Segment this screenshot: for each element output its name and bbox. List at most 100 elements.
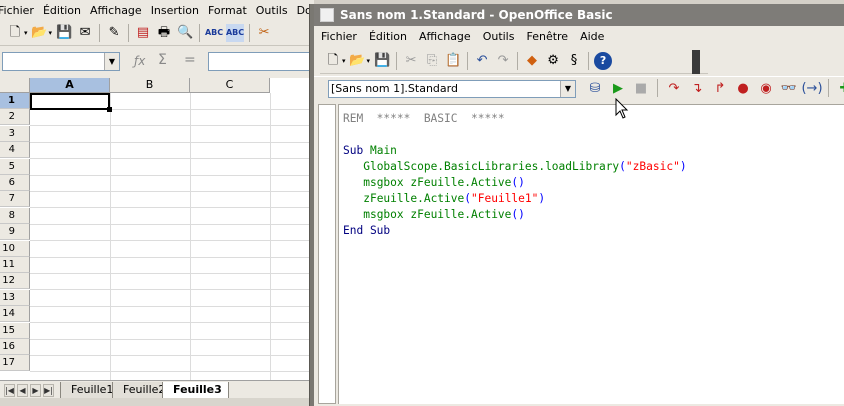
cut-icon[interactable]: ✂: [402, 52, 420, 70]
calc-menubar: Fichier Édition Affichage Insertion Form…: [0, 0, 314, 20]
help-icon[interactable]: ?: [594, 51, 613, 70]
ide-menu-fenetre[interactable]: Fenêtre: [519, 30, 573, 43]
calc-menu-affichage[interactable]: Affichage: [86, 4, 147, 17]
redo-icon[interactable]: ↷: [494, 52, 512, 70]
fill-handle[interactable]: [107, 107, 112, 112]
row-header[interactable]: 6: [0, 175, 30, 191]
row-header[interactable]: 2: [0, 109, 30, 126]
code-editor[interactable]: REM ***** BASIC ***** Sub Main GlobalSco…: [338, 104, 844, 404]
select-all-corner[interactable]: [0, 78, 30, 93]
horizontal-scrollbar[interactable]: [0, 398, 314, 406]
shapes-icon[interactable]: ◆: [523, 52, 541, 70]
row-header[interactable]: 16: [0, 339, 30, 355]
chevron-down-icon[interactable]: ▼: [104, 53, 119, 70]
prev-sheet-icon[interactable]: ◀: [17, 384, 28, 397]
calc-menu-format[interactable]: Format: [204, 4, 252, 17]
formula-input[interactable]: [208, 52, 314, 71]
row-header[interactable]: 5: [0, 158, 30, 175]
mail-icon[interactable]: ✉: [76, 24, 94, 42]
ide-menu-fichier[interactable]: Fichier: [314, 30, 362, 43]
open-icon[interactable]: 📂: [349, 52, 367, 70]
function-wizard-icon[interactable]: ƒx: [134, 54, 145, 68]
copy-icon[interactable]: ⎘: [423, 52, 441, 70]
new-dropdown-icon[interactable]: ▾: [24, 29, 28, 37]
row-header[interactable]: 7: [0, 191, 30, 208]
new-icon[interactable]: 🗋: [324, 52, 342, 70]
row-header[interactable]: 1: [0, 93, 30, 109]
row-header[interactable]: 4: [0, 142, 30, 159]
row-header[interactable]: 15: [0, 322, 30, 339]
column-header[interactable]: A: [30, 78, 110, 93]
ide-menu-outils[interactable]: Outils: [476, 30, 520, 43]
watch-icon[interactable]: 👓: [780, 79, 798, 97]
run-icon[interactable]: ▶: [609, 79, 627, 97]
row-header[interactable]: 10: [0, 240, 30, 257]
autospell-icon[interactable]: ABC: [226, 23, 244, 42]
grid-line: [30, 207, 314, 209]
name-box[interactable]: ▼: [2, 52, 120, 71]
ide-title-bar[interactable]: Sans nom 1.Standard - OpenOffice Basic: [314, 4, 844, 26]
preview-icon[interactable]: 🔍: [176, 24, 194, 42]
row-header[interactable]: 14: [0, 306, 30, 323]
first-sheet-icon[interactable]: |◀: [4, 384, 15, 397]
open-dropdown-icon[interactable]: ▾: [367, 57, 371, 65]
compile-icon[interactable]: ⛁: [586, 79, 604, 97]
ide-menu-edition[interactable]: Édition: [362, 30, 412, 43]
row-header[interactable]: 12: [0, 273, 30, 290]
undo-icon[interactable]: ↶: [473, 52, 491, 70]
calc-menu-fichier[interactable]: Fichier: [0, 4, 39, 17]
chevron-down-icon[interactable]: ▼: [560, 81, 575, 97]
insert-controls-icon[interactable]: ✚: [836, 79, 844, 97]
toolbar-grab-handle[interactable]: [692, 50, 700, 74]
ide-menu-affichage[interactable]: Affichage: [412, 30, 476, 43]
row-header[interactable]: 8: [0, 207, 30, 224]
spellcheck-icon[interactable]: ABC: [205, 24, 223, 42]
column-header[interactable]: B: [110, 78, 190, 93]
stop-icon[interactable]: ■: [632, 79, 650, 97]
spreadsheet-grid[interactable]: A B C 1 2 3 4 5 6 7 8 9 10 11 12 13 14 15 16 17: [0, 78, 314, 380]
row-header[interactable]: 17: [0, 355, 30, 372]
pdf-icon[interactable]: ▤: [134, 24, 152, 42]
calc-menu-outils[interactable]: Outils: [252, 4, 293, 17]
step-into-icon[interactable]: ↴: [688, 79, 706, 97]
row-header[interactable]: 13: [0, 289, 30, 306]
function-icon[interactable]: =: [184, 52, 196, 68]
grid-line: [30, 141, 314, 143]
grid-line: [30, 322, 314, 324]
sheet-tab-feuille3[interactable]: Feuille3: [162, 382, 229, 399]
toolbar-separator: [467, 51, 469, 70]
cut-icon[interactable]: ✂: [255, 24, 273, 42]
new-icon[interactable]: 🗋: [6, 24, 24, 42]
library-select[interactable]: [Sans nom 1].Standard ▼: [328, 80, 576, 98]
sum-icon[interactable]: Σ: [158, 52, 167, 68]
next-sheet-icon[interactable]: ▶: [30, 384, 41, 397]
open-dropdown-icon[interactable]: ▾: [49, 29, 53, 37]
toolbar-separator: [199, 23, 201, 42]
row-header[interactable]: 9: [0, 224, 30, 241]
find-parentheses-icon[interactable]: (→): [801, 79, 822, 97]
app-icon: [320, 8, 334, 22]
save-icon[interactable]: 💾: [373, 52, 391, 70]
manage-breakpoints-icon[interactable]: ◉: [757, 79, 775, 97]
breakpoint-icon[interactable]: ●: [734, 79, 752, 97]
step-over-icon[interactable]: ↷: [665, 79, 683, 97]
active-cell-cursor[interactable]: [30, 93, 110, 110]
code-line-4-open: (: [619, 160, 626, 173]
save-icon[interactable]: 💾: [55, 24, 73, 42]
paste-icon[interactable]: 📋: [444, 52, 462, 70]
print-icon[interactable]: 🖶: [155, 24, 173, 42]
step-out-icon[interactable]: ↱: [711, 79, 729, 97]
column-header[interactable]: C: [190, 78, 270, 93]
open-icon[interactable]: 📂: [31, 24, 49, 42]
row-header[interactable]: 3: [0, 125, 30, 142]
edit-icon[interactable]: ✎: [105, 24, 123, 42]
row-header[interactable]: 11: [0, 257, 30, 273]
new-dropdown-icon[interactable]: ▾: [342, 57, 346, 65]
breakpoint-gutter[interactable]: [318, 104, 336, 404]
calc-menu-edition[interactable]: Édition: [39, 4, 86, 17]
ide-menu-aide[interactable]: Aide: [573, 30, 609, 43]
last-sheet-icon[interactable]: ▶|: [43, 384, 54, 397]
calc-menu-insertion[interactable]: Insertion: [147, 4, 204, 17]
gear-icon[interactable]: ⚙: [544, 52, 562, 70]
macro-icon[interactable]: §: [565, 52, 583, 70]
